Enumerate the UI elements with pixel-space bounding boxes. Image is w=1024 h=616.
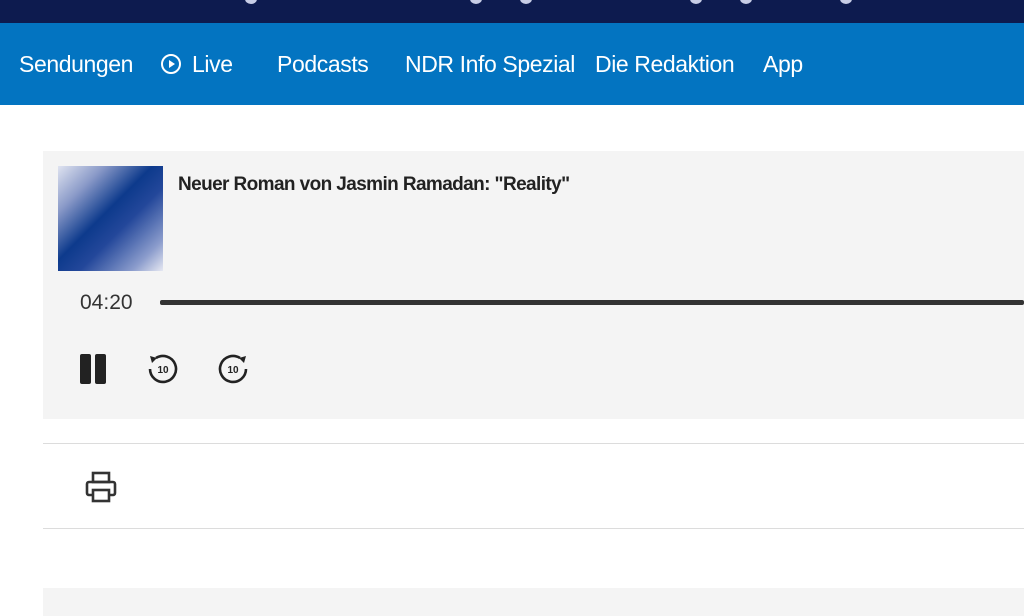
episode-thumbnail bbox=[58, 166, 163, 271]
nav-item-label: App bbox=[763, 50, 803, 77]
forward-10-icon: 10 bbox=[218, 354, 248, 384]
nav-item-app[interactable]: App bbox=[763, 23, 803, 105]
nav-item-label: Podcasts bbox=[277, 50, 369, 77]
content-section bbox=[43, 588, 1024, 616]
nav-item-die-redaktion[interactable]: Die Redaktion bbox=[595, 23, 735, 105]
print-button[interactable] bbox=[80, 466, 122, 508]
rewind-10-icon: 10 bbox=[148, 354, 178, 384]
topbar-fragment bbox=[520, 0, 532, 4]
topbar-fragment bbox=[740, 0, 752, 4]
nav-item-sendungen[interactable]: Sendungen bbox=[19, 23, 133, 105]
rewind-10-button[interactable]: 10 bbox=[143, 349, 183, 389]
nav-item-ndr-info-spezial[interactable]: NDR Info Spezial bbox=[405, 23, 575, 105]
nav-item-label: Live bbox=[192, 50, 233, 77]
topbar-fragment bbox=[470, 0, 482, 4]
main-navigation: Sendungen Live Podcasts NDR Info Spezial… bbox=[0, 23, 1024, 105]
progress-fill bbox=[160, 300, 1024, 305]
pause-button[interactable] bbox=[73, 349, 113, 389]
nav-item-label: Sendungen bbox=[19, 50, 134, 77]
divider bbox=[43, 443, 1024, 444]
nav-item-live[interactable]: Live bbox=[160, 23, 233, 105]
pause-icon bbox=[80, 354, 106, 384]
forward-10-label: 10 bbox=[227, 365, 239, 376]
rewind-10-label: 10 bbox=[157, 365, 169, 376]
current-time: 04:20 bbox=[80, 291, 133, 314]
topbar-fragment bbox=[245, 0, 257, 4]
progress-bar[interactable] bbox=[160, 300, 1024, 305]
print-icon bbox=[85, 471, 117, 503]
topbar-fragment bbox=[690, 0, 702, 4]
play-circle-icon bbox=[161, 54, 181, 74]
top-bar bbox=[0, 0, 1024, 23]
divider bbox=[43, 528, 1024, 529]
episode-title: Neuer Roman von Jasmin Ramadan: "Reality… bbox=[178, 174, 570, 195]
nav-item-label: Die Redaktion bbox=[595, 50, 735, 77]
topbar-fragment bbox=[840, 0, 852, 4]
nav-item-podcasts[interactable]: Podcasts bbox=[277, 23, 369, 105]
forward-10-button[interactable]: 10 bbox=[213, 349, 253, 389]
audio-player: Neuer Roman von Jasmin Ramadan: "Reality… bbox=[43, 151, 1024, 419]
nav-item-label: NDR Info Spezial bbox=[405, 50, 576, 77]
